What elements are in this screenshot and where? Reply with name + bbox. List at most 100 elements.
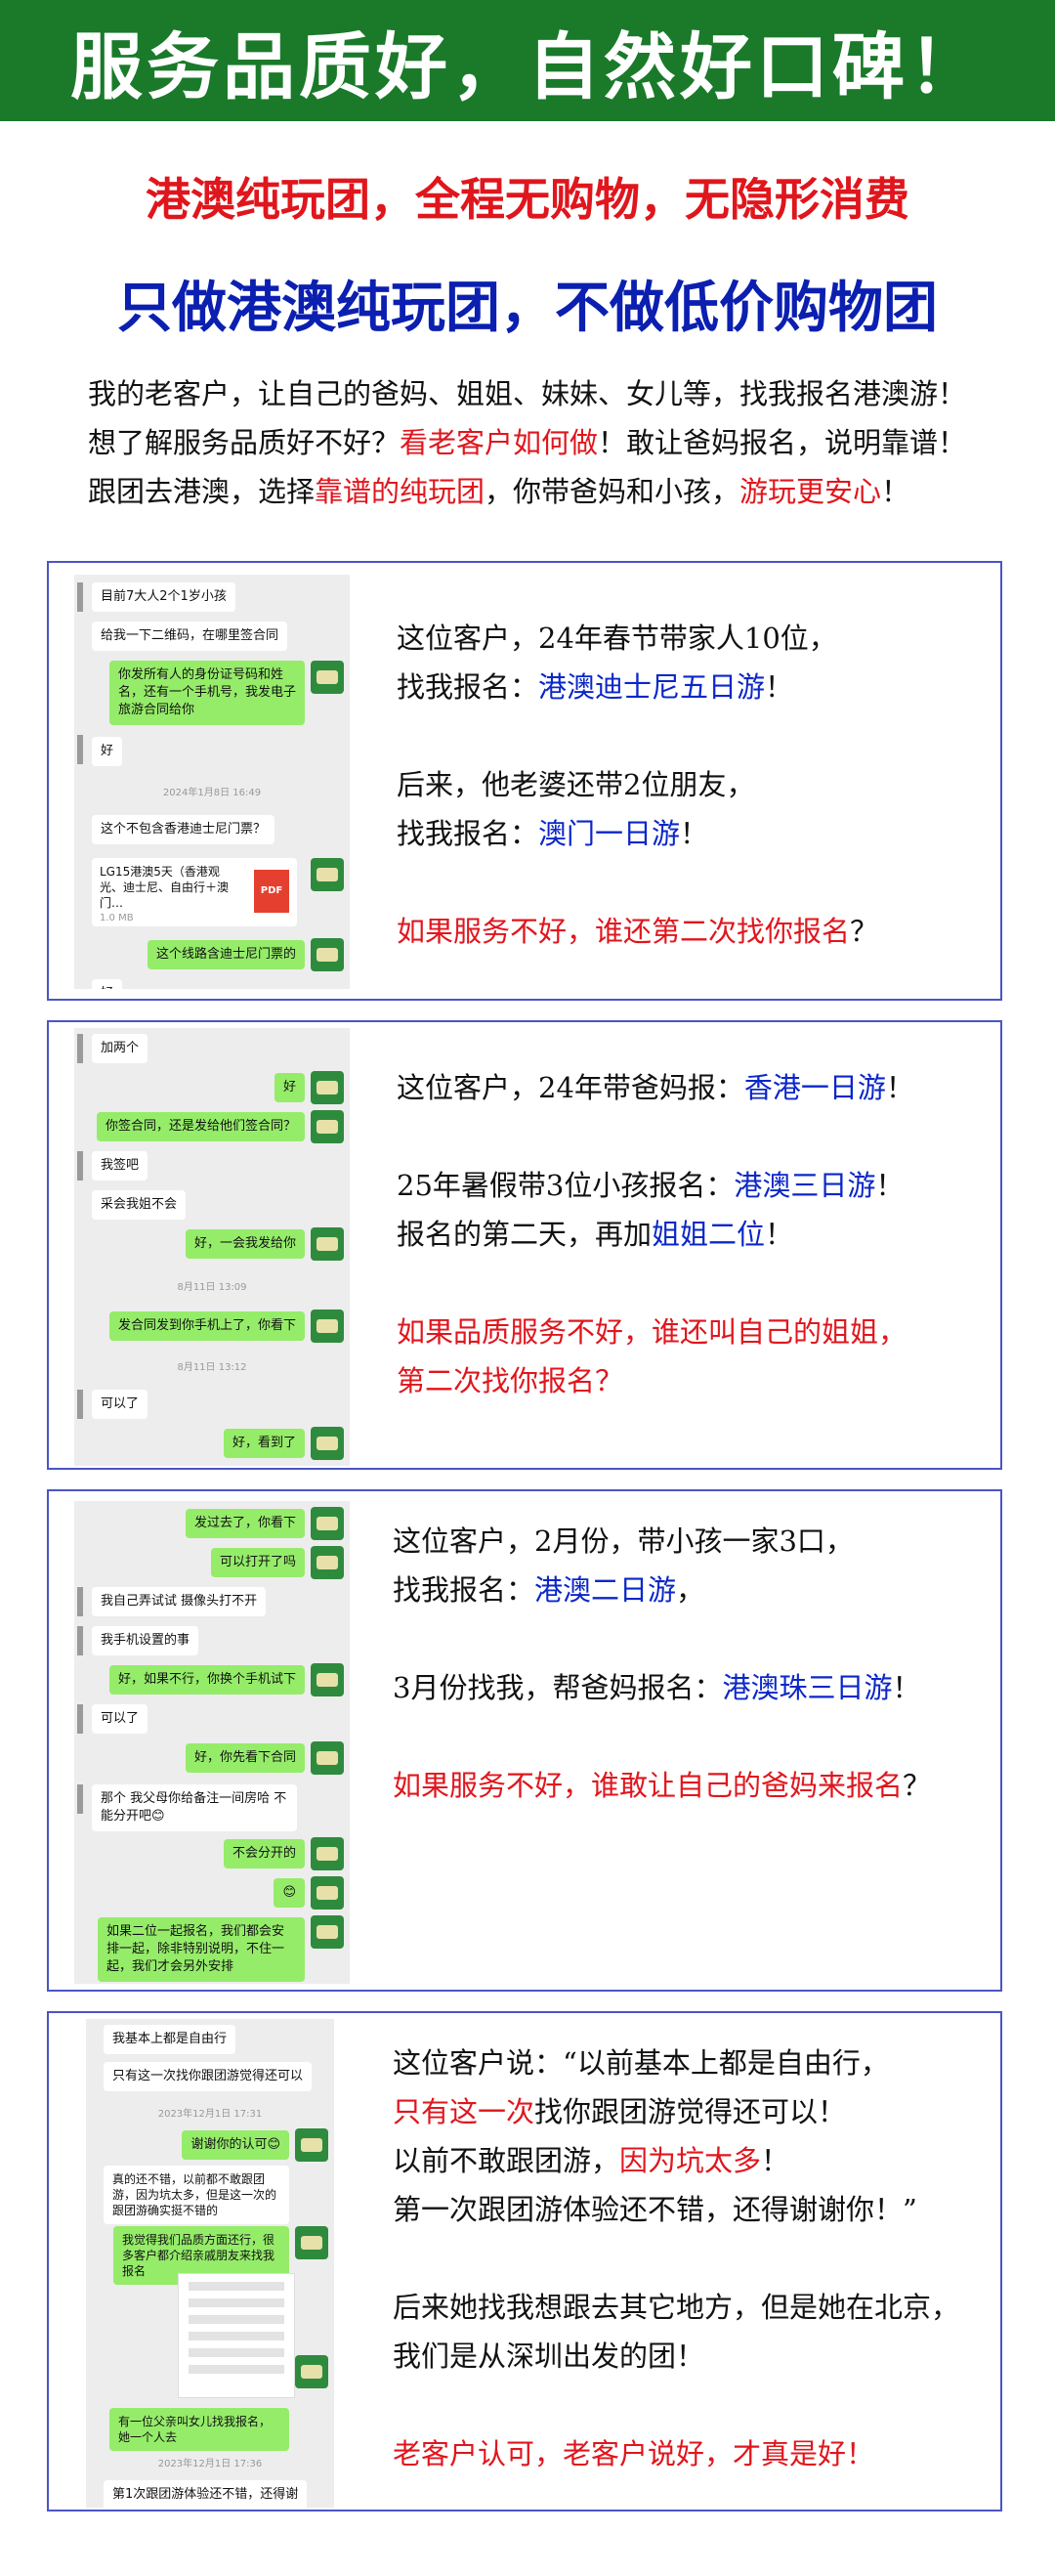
text-line: 25年暑假带3位小孩报名：港澳三日游！ — [397, 1161, 914, 1210]
intro-line-3: 跟团去港澳，选择靠谱的纯玩团，你带爸妈和小孩，游玩更安心！ — [88, 467, 1006, 516]
testimonial-text: 这位客户，24年带爸妈报：香港一日游！ 25年暑假带3位小孩报名：港澳三日游！ … — [397, 1063, 914, 1405]
chat-message: 😊 — [274, 1878, 305, 1908]
text-line: 只有这一次找你跟团游觉得还可以！ — [393, 2087, 959, 2136]
chat-message: 好，如果不行，你换个手机试下 — [108, 1665, 305, 1695]
contact-avatar — [77, 582, 83, 612]
chat-message: 可以了 — [92, 1390, 148, 1419]
highlight: 因为坑太多 — [619, 2144, 762, 2177]
pdf-icon: PDF — [254, 870, 289, 913]
text-line: 以前不敢跟团游，因为坑太多！ — [393, 2136, 959, 2185]
intro-highlight: 看老客户如何做 — [400, 426, 599, 459]
agent-avatar — [295, 2226, 328, 2259]
subtitle-blue: 只做港澳纯玩团，不做低价购物团 — [117, 277, 938, 340]
text-line: 后来，他老婆还带2位朋友， — [397, 768, 755, 801]
chat-message: 加两个 — [92, 1034, 148, 1063]
chat-message: 这个线路含迪士尼门票的 — [147, 940, 305, 969]
text: 3月份找我，帮爸妈报名： — [393, 1671, 723, 1704]
tour-name: 港澳三日游 — [734, 1169, 876, 1202]
chat-message: 这个不包含香港迪士尼门票？ — [92, 815, 275, 844]
text: ！ — [765, 1218, 794, 1251]
text-line: 这位客户，24年带爸妈报：香港一日游！ — [397, 1063, 914, 1112]
chat-message: 真的还不错，以前都不敢跟团游，因为坑太多，但是这一次的跟团游确实挺不错的 — [104, 2166, 289, 2224]
text-line: 找我报名：港澳迪士尼五日游！ — [397, 663, 878, 711]
intro-highlight: 游玩更安心 — [739, 475, 882, 508]
chat-message: 发合同发到你手机上了，你看下 — [108, 1311, 305, 1341]
chat-message: 我手机设置的事 — [92, 1626, 199, 1655]
chat-screenshot: 我基本上都是自由行 只有这一次找你跟团游觉得还可以 2023年12月1日 17:… — [86, 2019, 334, 2508]
contact-avatar — [77, 735, 83, 764]
text: 报名的第二天，再加 — [397, 1218, 653, 1251]
chat-message: 我签吧 — [92, 1151, 148, 1181]
text-line: 如果服务不好，谁敢让自己的爸妈来报名？ — [393, 1761, 931, 1810]
text: ！ — [875, 1169, 905, 1202]
testimonial-text: 这位客户，2月份，带小孩一家3口， 找我报名：港澳二日游， 3月份找我，帮爸妈报… — [393, 1517, 931, 1810]
agent-avatar — [311, 1546, 344, 1579]
tour-name: 港澳二日游 — [534, 1573, 677, 1607]
text-line: 这位客户，2月份，带小孩一家3口， — [393, 1524, 854, 1558]
contact-avatar — [77, 1390, 83, 1419]
chat-message: 发过去了，你看下 — [185, 1509, 305, 1538]
chat-message: 第1次跟团游体验还不错，还得谢 — [104, 2480, 308, 2508]
text: ！ — [765, 670, 794, 704]
timestamp: 2023年12月1日 17:31 — [157, 2109, 263, 2120]
highlight: 老客户认可，老客户说好，才真是好！ — [393, 2437, 875, 2470]
agent-avatar — [311, 661, 344, 694]
chat-message: 好 — [92, 737, 123, 766]
intro-line-1: 我的老客户，让自己的爸妈、姐姐、妹妹、女儿等，找我报名港澳游！ — [88, 377, 967, 410]
title-banner: 服务品质好，自然好口碑！ — [0, 0, 1055, 121]
contact-avatar — [77, 1784, 83, 1814]
testimonial-card-4: 我基本上都是自由行 只有这一次找你跟团游觉得还可以 2023年12月1日 17:… — [47, 2011, 1002, 2512]
tour-name: 港澳珠三日游 — [722, 1671, 893, 1704]
timestamp: 8月11日 13:12 — [177, 1362, 247, 1373]
chat-screenshot: 发过去了，你看下 可以打开了吗 我自己弄试试 摄像头打不开 我手机设置的事 好，… — [74, 1501, 350, 1984]
text: 找你跟团游觉得还可以！ — [534, 2095, 847, 2128]
text: ！ — [680, 817, 709, 850]
highlight: 如果服务不好，谁敢让自己的爸妈来报名 — [393, 1769, 904, 1802]
chat-message: 好 — [92, 979, 123, 989]
text: ！ — [892, 1671, 921, 1704]
agent-avatar — [311, 1071, 344, 1104]
text: ？ — [903, 1769, 932, 1802]
intro-paragraph: 我的老客户，让自己的爸妈、姐姐、妹妹、女儿等，找我报名港澳游！ 想了解服务品质好… — [88, 369, 1006, 516]
pdf-file-message: LG15港澳5天（香港观光、迪士尼、自由行＋澳门… 1.0 MB PDF — [92, 858, 297, 926]
intro-text: 想了解服务品质好不好？ — [88, 426, 401, 459]
text: 找我报名： — [393, 1573, 535, 1607]
agent-avatar — [311, 1507, 344, 1540]
intro-text: ，你带爸妈和小孩， — [485, 475, 740, 508]
highlight: 只有这一次 — [393, 2095, 535, 2128]
agent-avatar — [311, 1837, 344, 1870]
agent-avatar — [311, 1915, 344, 1949]
timestamp: 2024年1月8日 16:49 — [162, 788, 262, 798]
agent-avatar — [311, 1309, 344, 1343]
chat-message: 有一位父亲叫女儿找我报名，她一个人去 — [109, 2408, 289, 2451]
agent-avatar — [311, 1741, 344, 1775]
agent-avatar — [311, 938, 344, 971]
chat-message: 我基本上都是自由行 — [104, 2025, 236, 2054]
contact-avatar — [77, 1626, 83, 1655]
chat-message: 好 — [274, 1073, 305, 1102]
timestamp: 8月11日 13:09 — [177, 1282, 247, 1293]
text: 找我报名： — [397, 817, 539, 850]
text: 找我报名： — [397, 670, 539, 704]
text-line: 找我报名：澳门一日游！ — [397, 809, 878, 858]
chat-message: 如果二位一起报名，我们都会安排一起，除非特别说明，不住一起，我们才会另外安排 — [98, 1917, 305, 1982]
chat-message: 我自己弄试试 摄像头打不开 — [92, 1587, 267, 1616]
file-size: 1.0 MB — [100, 913, 134, 923]
text-line: 如果服务不好，谁还第二次找你报名？ — [397, 907, 878, 956]
text: 以前不敢跟团游， — [393, 2144, 620, 2177]
chat-message: 不会分开的 — [223, 1839, 305, 1868]
chat-message: 谢谢你的认可😊 — [182, 2130, 289, 2160]
tour-name: 香港一日游 — [743, 1071, 886, 1104]
image-message — [178, 2273, 295, 2398]
intro-line-2: 想了解服务品质好不好？看老客户如何做！敢让爸妈报名，说明靠谱！ — [88, 418, 1006, 467]
text: ， — [676, 1573, 705, 1607]
agent-avatar — [295, 2128, 328, 2162]
text-line: 我们是从深圳出发的团！ — [393, 2340, 705, 2373]
chat-screenshot: 加两个 好 你签合同，还是发给他们签合同？ 我签吧 采会我姐不会 好，一会我发给… — [74, 1028, 350, 1466]
chat-message: 采会我姐不会 — [92, 1190, 187, 1220]
tour-name: 姐姐二位 — [652, 1218, 766, 1251]
testimonial-card-3: 发过去了，你看下 可以打开了吗 我自己弄试试 摄像头打不开 我手机设置的事 好，… — [47, 1489, 1002, 1992]
text-line: 报名的第二天，再加姐姐二位！ — [397, 1210, 914, 1259]
text-line: 3月份找我，帮爸妈报名：港澳珠三日游！ — [393, 1663, 931, 1712]
contact-avatar — [77, 1587, 83, 1616]
